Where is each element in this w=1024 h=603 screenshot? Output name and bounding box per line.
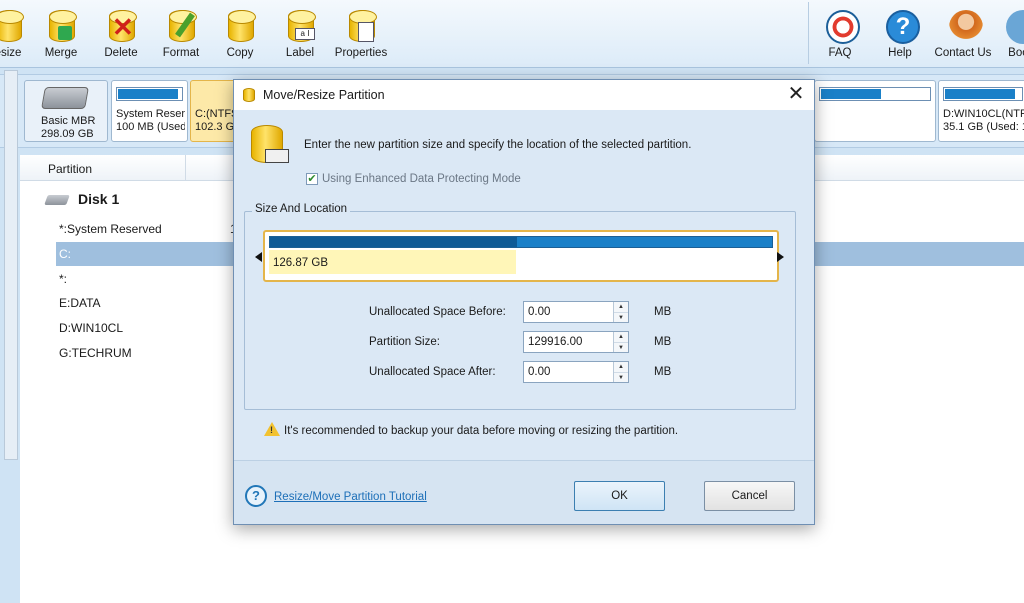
partition-card-hidden[interactable]: [814, 80, 936, 142]
spin-value: 129916.00: [528, 336, 583, 348]
resize-icon: [0, 8, 25, 46]
spin-value: 0.00: [528, 366, 551, 378]
partition-usage-bar: [943, 87, 1023, 101]
group-title: Size And Location: [252, 203, 351, 215]
partition-row-name: *:: [59, 272, 68, 286]
partition-row-name: D:WIN10CL: [59, 321, 124, 335]
delete-icon: ✕: [104, 8, 138, 46]
main-toolbar: esize Merge ✕ Delete Format Copy a I Lab…: [0, 0, 1024, 68]
properties-button[interactable]: Properties: [331, 4, 391, 64]
disk-card[interactable]: Basic MBR 298.09 GB: [24, 80, 108, 142]
disk-size: 298.09 GB: [41, 128, 94, 140]
panel-splitter[interactable]: [4, 70, 18, 460]
partition-usage-bar: [116, 87, 183, 101]
partition-card-info: 35.1 GB (Used: 1: [943, 121, 1024, 133]
lifebuoy-icon: [823, 8, 860, 46]
unit-label: MB: [654, 306, 672, 318]
spin-value: 0.00: [528, 306, 551, 318]
partition-size-input[interactable]: 129916.00 ▲ ▼: [523, 331, 629, 353]
disk-type: Basic MBR: [41, 115, 96, 127]
partition-row-name: E:DATA: [59, 296, 101, 310]
partition-card-info: 102.3 G: [195, 121, 233, 133]
partition-card-label: C:(NTFS: [195, 108, 233, 120]
spin-up-icon[interactable]: ▲: [614, 362, 628, 372]
spin-down-icon[interactable]: ▼: [614, 312, 628, 322]
instruction-text: Enter the new partition size and specify…: [304, 139, 692, 151]
ok-button[interactable]: OK: [574, 481, 665, 511]
partition-card-label: D:WIN10CL(NTFS: [943, 108, 1024, 120]
partition-resize-bar[interactable]: 126.87 GB: [263, 230, 779, 282]
unit-label: MB: [654, 336, 672, 348]
disk-row-label[interactable]: Disk 1: [78, 191, 119, 207]
partition-row-name: G:TECHRUM: [59, 346, 132, 360]
partition-size-label: Partition Size:: [369, 336, 440, 348]
dialog-title: Move/Resize Partition: [263, 88, 385, 102]
partition-card-system-reserved[interactable]: System Reserv 100 MB (Used:: [111, 80, 188, 142]
partition-card-label: System Reserv: [116, 108, 185, 120]
partition-row-name: *:System Reserved: [59, 222, 162, 236]
partition-card-info: 100 MB (Used:: [116, 121, 185, 133]
spin-down-icon[interactable]: ▼: [614, 372, 628, 382]
unallocated-before-input[interactable]: 0.00 ▲ ▼: [523, 301, 629, 323]
partition-usage-bar: [269, 236, 773, 248]
boot-icon: [1003, 8, 1024, 46]
dialog-app-icon: [243, 88, 257, 103]
partition-usage-bar: [819, 87, 931, 101]
resize-partition-icon: [247, 123, 291, 167]
partition-card-d[interactable]: D:WIN10CL(NTFS 35.1 GB (Used: 1: [938, 80, 1024, 142]
disk-icon: [44, 195, 70, 205]
help-circle-icon[interactable]: ?: [245, 485, 267, 507]
spin-up-icon[interactable]: ▲: [614, 332, 628, 342]
unallocated-before-label: Unallocated Space Before:: [369, 306, 506, 318]
dialog-footer: ? Resize/Move Partition Tutorial OK Canc…: [234, 460, 814, 524]
partition-card-c[interactable]: C:(NTFS 102.3 G: [190, 80, 236, 142]
label-icon: a I: [283, 8, 317, 46]
support-agent-icon: [946, 8, 983, 46]
backup-warning-text: It's recommended to backup your data bef…: [284, 425, 679, 437]
dialog-body: Enter the new partition size and specify…: [234, 110, 814, 460]
format-icon: [164, 8, 198, 46]
copy-icon: [223, 8, 257, 46]
unit-label: MB: [654, 366, 672, 378]
merge-icon: [44, 8, 78, 46]
unallocated-after-label: Unallocated Space After:: [369, 366, 496, 378]
hard-disk-icon: [41, 87, 89, 109]
help-button[interactable]: ? Help: [870, 4, 930, 64]
warning-icon: !: [264, 422, 280, 436]
right-resize-handle[interactable]: [777, 252, 784, 262]
boot-button[interactable]: Boot: [990, 4, 1024, 64]
enhanced-mode-label: Using Enhanced Data Protecting Mode: [322, 173, 521, 185]
cancel-button[interactable]: Cancel: [704, 481, 795, 511]
close-button[interactable]: ✕: [784, 82, 808, 106]
partition-row-name: C:: [59, 247, 71, 261]
enhanced-mode-checkbox[interactable]: ✔: [306, 173, 318, 185]
properties-icon: [344, 8, 378, 46]
tutorial-link[interactable]: Resize/Move Partition Tutorial: [274, 491, 427, 503]
unallocated-after-input[interactable]: 0.00 ▲ ▼: [523, 361, 629, 383]
spin-down-icon[interactable]: ▼: [614, 342, 628, 352]
left-resize-handle[interactable]: [255, 252, 262, 262]
partition-size-display: 126.87 GB: [273, 257, 328, 269]
dialog-titlebar[interactable]: Move/Resize Partition ✕: [234, 80, 814, 110]
question-icon: ?: [883, 8, 920, 46]
spin-up-icon[interactable]: ▲: [614, 302, 628, 312]
column-header-partition[interactable]: Partition: [48, 162, 92, 176]
move-resize-dialog: Move/Resize Partition ✕ Enter the new pa…: [233, 79, 815, 525]
